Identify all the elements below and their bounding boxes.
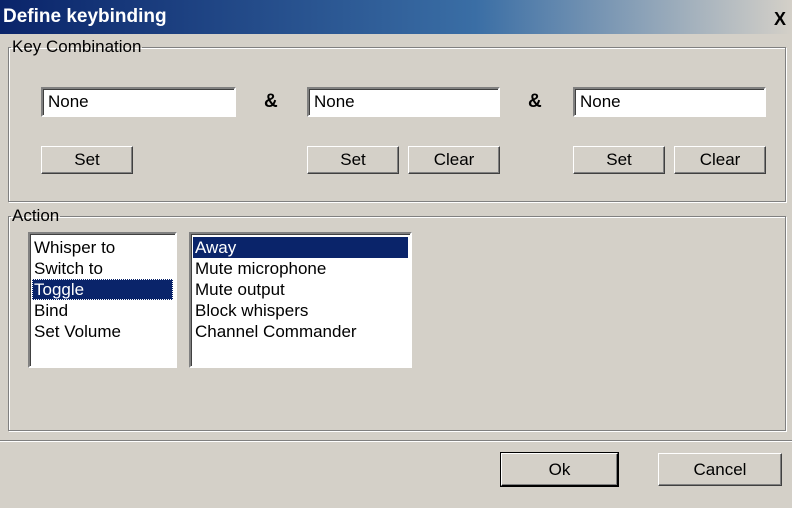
footer-divider xyxy=(0,440,792,442)
key-combination-group: Key Combination xyxy=(8,38,786,202)
title-bar[interactable]: Define keybinding X xyxy=(0,0,792,34)
action-type-item[interactable]: Switch to xyxy=(32,258,173,279)
action-type-item[interactable]: Bind xyxy=(32,300,173,321)
action-type-item-selected[interactable]: Toggle xyxy=(32,279,173,300)
action-type-list[interactable]: Whisper to Switch to Toggle Bind Set Vol… xyxy=(28,232,177,368)
separator-2: & xyxy=(528,91,542,112)
set-button-2[interactable]: Set xyxy=(307,146,399,174)
action-target-item[interactable]: Channel Commander xyxy=(193,321,408,342)
action-target-list[interactable]: Away Mute microphone Mute output Block w… xyxy=(189,232,412,368)
cancel-button[interactable]: Cancel xyxy=(658,453,782,486)
action-target-item[interactable]: Mute microphone xyxy=(193,258,408,279)
separator-1: & xyxy=(264,91,278,112)
ok-button[interactable]: Ok xyxy=(500,452,619,487)
action-legend: Action xyxy=(12,206,60,225)
action-target-item[interactable]: Block whispers xyxy=(193,300,408,321)
action-type-item[interactable]: Whisper to xyxy=(32,237,173,258)
action-target-item[interactable]: Mute output xyxy=(193,279,408,300)
close-icon[interactable]: X xyxy=(770,8,790,30)
set-button-3[interactable]: Set xyxy=(573,146,665,174)
key-field-1[interactable]: None xyxy=(41,87,236,117)
clear-button-2[interactable]: Clear xyxy=(408,146,500,174)
key-combination-legend: Key Combination xyxy=(12,37,142,56)
action-type-item[interactable]: Set Volume xyxy=(32,321,173,342)
key-field-3[interactable]: None xyxy=(573,87,766,117)
key-field-2[interactable]: None xyxy=(307,87,500,117)
clear-button-3[interactable]: Clear xyxy=(674,146,766,174)
action-target-item-selected[interactable]: Away xyxy=(193,237,408,258)
window-title: Define keybinding xyxy=(3,6,167,27)
set-button-1[interactable]: Set xyxy=(41,146,133,174)
